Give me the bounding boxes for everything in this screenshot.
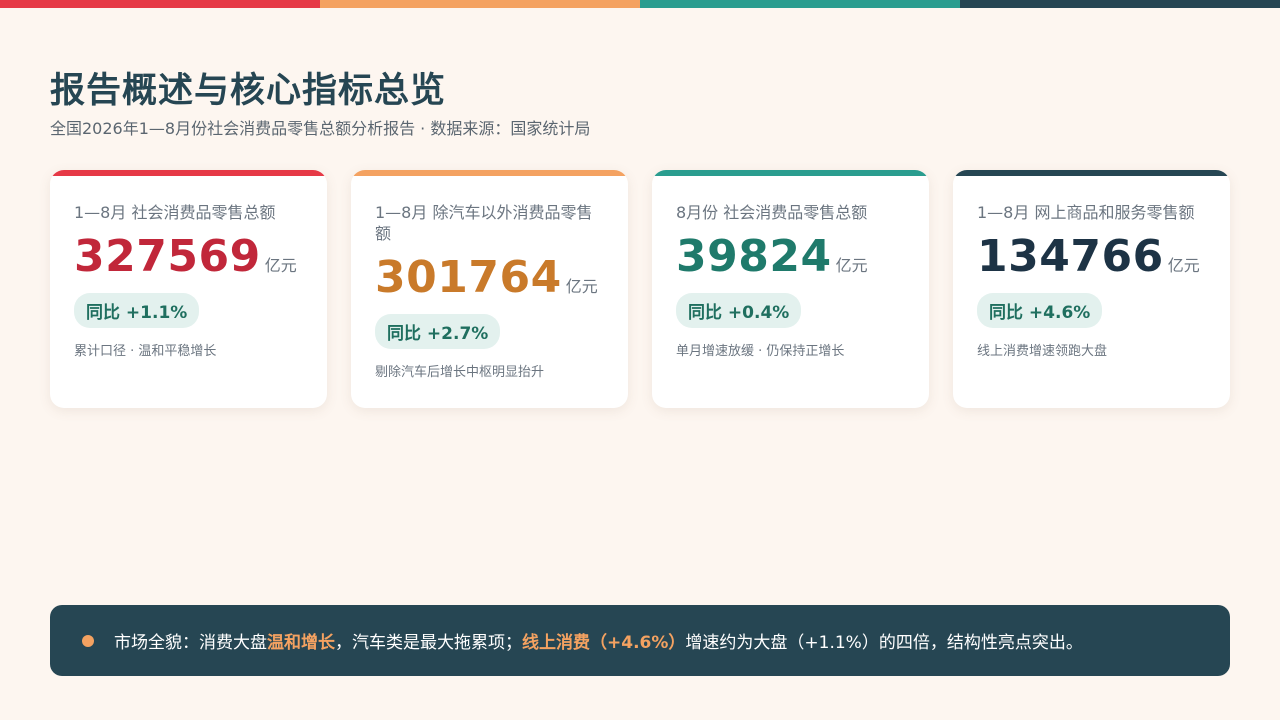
- metric-label: 1—8月 除汽车以外消费品零售额: [375, 203, 593, 243]
- metric-value: 134766: [977, 231, 1164, 282]
- metric-value-row: 301764 亿元: [375, 250, 606, 306]
- metric-note: 累计口径 · 温和平稳增长: [74, 344, 217, 359]
- top-color-bar: [0, 0, 1280, 8]
- metric-unit: 亿元: [835, 256, 868, 275]
- metric-value: 301764: [375, 252, 562, 303]
- top-bar-segment-orange: [320, 0, 640, 8]
- metric-note: 线上消费增速领跑大盘: [977, 344, 1108, 359]
- metric-value: 39824: [676, 231, 832, 282]
- yoy-badge: 同比 +1.1%: [74, 293, 200, 328]
- yoy-badge: 同比 +0.4%: [676, 293, 802, 328]
- top-bar-segment-red: [0, 0, 320, 8]
- metric-card-august-retail: 8月份 社会消费品零售总额 39824 亿元 同比 +0.4% 单月增速放缓 · …: [652, 170, 929, 408]
- metric-value-row: 39824 亿元: [676, 229, 907, 285]
- top-bar-segment-navy: [960, 0, 1280, 8]
- summary-highlight-online: 线上消费（+4.6%）: [522, 633, 686, 653]
- slide: 报告概述与核心指标总览 全国2026年1—8月份社会消费品零售总额分析报告 · …: [0, 0, 1280, 720]
- summary-text-part1: 市场全貌：消费大盘: [114, 633, 267, 653]
- top-bar-segment-teal: [640, 0, 960, 8]
- page-title: 报告概述与核心指标总览: [50, 71, 447, 111]
- yoy-badge: 同比 +2.7%: [375, 314, 501, 349]
- card-accent-bar: [953, 170, 1230, 176]
- metric-label: 8月份 社会消费品零售总额: [676, 203, 868, 222]
- card-accent-bar: [50, 170, 327, 176]
- summary-text: 市场全貌：消费大盘温和增长，汽车类是最大拖累项；线上消费（+4.6%）增速约为大…: [114, 628, 1083, 653]
- bullet-dot-icon: [82, 634, 94, 647]
- metric-card-total-retail: 1—8月 社会消费品零售总额 327569 亿元 同比 +1.1% 累计口径 · …: [50, 170, 327, 408]
- summary-banner: 市场全貌：消费大盘温和增长，汽车类是最大拖累项；线上消费（+4.6%）增速约为大…: [50, 605, 1230, 676]
- metric-cards: 1—8月 社会消费品零售总额 327569 亿元 同比 +1.1% 累计口径 · …: [50, 170, 1230, 408]
- metric-value: 327569: [74, 231, 261, 282]
- metric-unit: 亿元: [264, 256, 297, 275]
- page-subtitle: 全国2026年1—8月份社会消费品零售总额分析报告 · 数据来源：国家统计局: [50, 119, 591, 138]
- metric-unit: 亿元: [1167, 256, 1200, 275]
- summary-text-part3: 增速约为大盘（+1.1%）的四倍，结构性亮点突出。: [685, 633, 1083, 653]
- metric-unit: 亿元: [565, 277, 598, 296]
- summary-highlight-moderate-growth: 温和增长: [267, 633, 335, 653]
- metric-value-row: 134766 亿元: [977, 229, 1208, 285]
- card-accent-bar: [351, 170, 628, 176]
- card-accent-bar: [652, 170, 929, 176]
- metric-card-online-retail: 1—8月 网上商品和服务零售额 134766 亿元 同比 +4.6% 线上消费增速…: [953, 170, 1230, 408]
- summary-text-part2: ，汽车类是最大拖累项；: [335, 633, 522, 653]
- yoy-badge: 同比 +4.6%: [977, 293, 1103, 328]
- metric-label: 1—8月 社会消费品零售总额: [74, 203, 276, 222]
- metric-note: 剔除汽车后增长中枢明显抬升: [375, 365, 545, 380]
- metric-note: 单月增速放缓 · 仍保持正增长: [676, 344, 845, 359]
- metric-label: 1—8月 网上商品和服务零售额: [977, 203, 1195, 222]
- metric-value-row: 327569 亿元: [74, 229, 305, 285]
- metric-card-non-auto-retail: 1—8月 除汽车以外消费品零售额 301764 亿元 同比 +2.7% 剔除汽车后…: [351, 170, 628, 408]
